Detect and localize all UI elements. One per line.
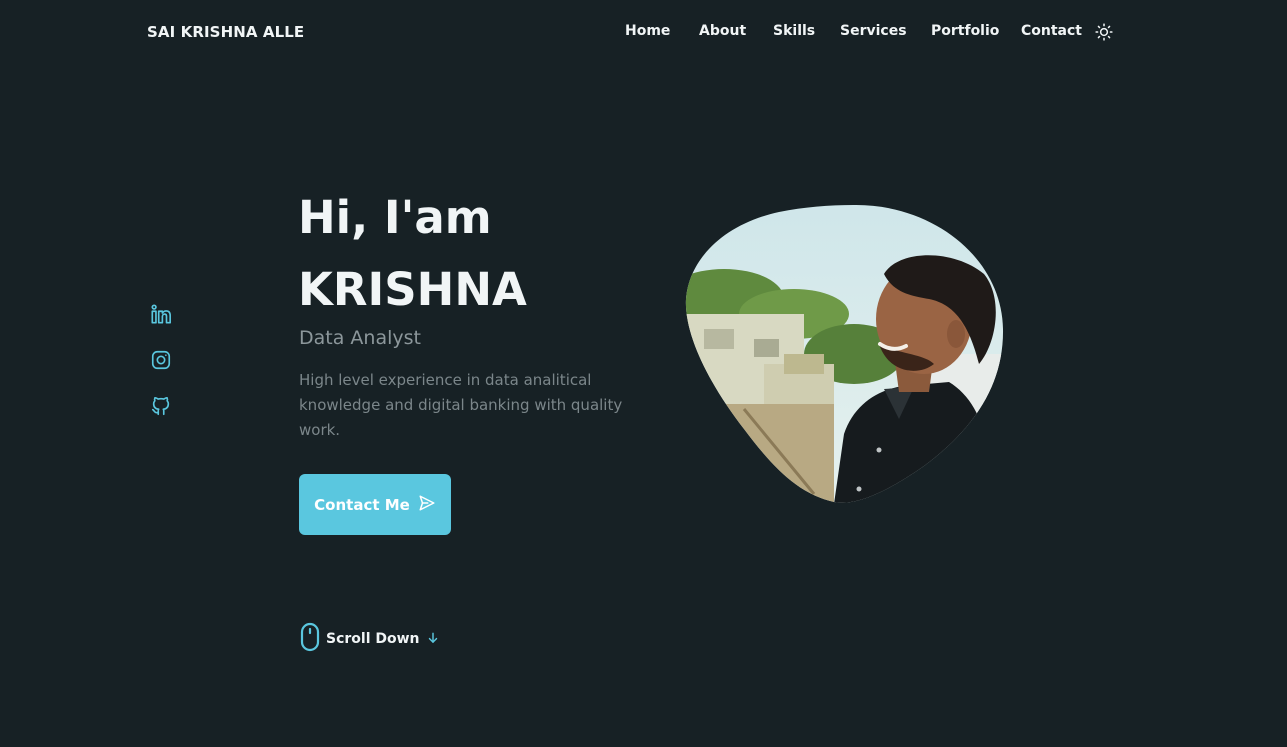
contact-me-label: Contact Me: [314, 495, 410, 514]
nav-item-portfolio[interactable]: Portfolio: [931, 23, 999, 39]
scroll-down-link[interactable]: Scroll Down: [300, 622, 440, 656]
hero-greeting: Hi, I'am: [298, 191, 492, 244]
hero-role: Data Analyst: [299, 327, 421, 349]
nav-item-home[interactable]: Home: [625, 23, 670, 39]
scroll-down-label: Scroll Down: [326, 631, 420, 647]
nav-item-about[interactable]: About: [699, 23, 746, 39]
contact-me-button[interactable]: Contact Me: [299, 474, 451, 535]
linkedin-icon[interactable]: [150, 303, 172, 325]
nav-item-services[interactable]: Services: [840, 23, 907, 39]
nav-item-skills[interactable]: Skills: [773, 23, 815, 39]
profile-image: [684, 204, 1004, 504]
nav-menu: Home About Skills Services Portfolio Con…: [0, 23, 1287, 45]
page: SAI KRISHNA ALLE Home About Skills Servi…: [0, 0, 1287, 747]
send-icon: [418, 494, 436, 516]
arrow-down-icon: [426, 630, 440, 649]
mouse-icon: [300, 622, 320, 656]
nav-item-contact[interactable]: Contact: [1021, 23, 1082, 39]
sun-icon[interactable]: [1095, 23, 1113, 41]
social-links: [150, 303, 172, 441]
github-icon[interactable]: [150, 395, 172, 417]
hero-description: High level experience in data analitical…: [299, 371, 623, 439]
hero-name: KRISHNA: [298, 263, 527, 316]
instagram-icon[interactable]: [150, 349, 172, 371]
